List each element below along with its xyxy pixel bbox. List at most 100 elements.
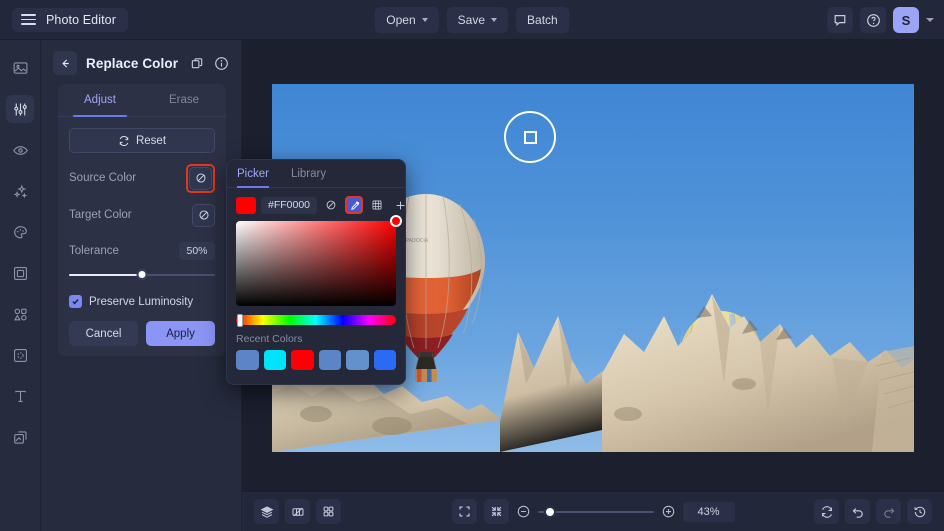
- current-color-swatch[interactable]: [236, 197, 256, 214]
- back-button[interactable]: [53, 51, 77, 75]
- duplicate-button[interactable]: [190, 56, 205, 71]
- panel-tabs: Adjust Erase: [58, 84, 226, 117]
- batch-button[interactable]: Batch: [516, 7, 569, 33]
- text-icon: [12, 388, 29, 405]
- rotate-icon: [820, 505, 834, 519]
- recent-color-swatch[interactable]: [291, 350, 314, 370]
- preserve-luminosity-row[interactable]: Preserve Luminosity: [69, 295, 215, 308]
- rail-item-palette[interactable]: [6, 218, 34, 246]
- hue-knob[interactable]: [237, 314, 243, 327]
- add-color-tool[interactable]: [391, 196, 409, 214]
- recent-color-swatch[interactable]: [264, 350, 287, 370]
- redo-icon: [882, 505, 896, 519]
- layers-icon: [260, 505, 274, 519]
- top-right-actions: S: [827, 0, 934, 40]
- source-color-highlight: [186, 164, 215, 193]
- grid-view-icon: [322, 505, 335, 518]
- adjustments-sliders-icon: [12, 101, 29, 118]
- no-color-icon: [198, 209, 210, 221]
- tab-picker[interactable]: Picker: [237, 160, 269, 187]
- avatar[interactable]: S: [893, 7, 919, 33]
- reset-button[interactable]: Reset: [69, 128, 215, 153]
- rail-item-text[interactable]: [6, 382, 34, 410]
- tolerance-value: 50%: [179, 242, 215, 260]
- tab-adjust[interactable]: Adjust: [58, 84, 142, 116]
- tolerance-slider[interactable]: [69, 269, 215, 281]
- color-picker-popover: Picker Library #FF0000: [226, 159, 406, 385]
- sv-gradient: [236, 221, 396, 306]
- frame-icon: [12, 265, 29, 282]
- shrink-button[interactable]: [484, 499, 509, 524]
- reset-label: Reset: [136, 135, 166, 147]
- grid-view-button[interactable]: [316, 499, 341, 524]
- chevron-down-icon: [491, 18, 497, 22]
- recent-color-swatch[interactable]: [346, 350, 369, 370]
- shapes-icon: [12, 306, 29, 323]
- rail-item-layers[interactable]: [6, 423, 34, 451]
- layers-button[interactable]: [254, 499, 279, 524]
- zoom-out-button[interactable]: [516, 504, 531, 519]
- grid-tool[interactable]: [368, 196, 386, 214]
- hamburger-icon[interactable]: [21, 14, 36, 25]
- rail-item-effects[interactable]: [6, 341, 34, 369]
- hue-slider[interactable]: [236, 315, 396, 325]
- rotate-button[interactable]: [814, 499, 839, 524]
- save-button[interactable]: Save: [447, 7, 508, 33]
- grid-icon: [371, 199, 383, 211]
- fit-screen-icon: [458, 505, 471, 518]
- zoom-in-icon: [661, 504, 676, 519]
- recent-color-swatch[interactable]: [236, 350, 259, 370]
- arrow-left-icon: [59, 57, 72, 70]
- top-bar: Photo Editor Open Save Batch: [0, 0, 944, 40]
- tool-panel: Replace Color Adjust Erase: [41, 40, 242, 531]
- replace-color-card: Adjust Erase Reset Source Color: [58, 84, 226, 356]
- history-button[interactable]: [907, 499, 932, 524]
- rail-item-frame[interactable]: [6, 259, 34, 287]
- undo-button[interactable]: [845, 499, 870, 524]
- target-color-label: Target Color: [69, 209, 132, 221]
- apply-button[interactable]: Apply: [146, 321, 215, 346]
- comment-button[interactable]: [827, 7, 853, 33]
- cancel-button[interactable]: Cancel: [69, 321, 138, 346]
- rail-item-shapes[interactable]: [6, 300, 34, 328]
- no-color-tool[interactable]: [322, 196, 340, 214]
- zoom-value[interactable]: 43%: [683, 502, 735, 522]
- open-button[interactable]: Open: [375, 7, 438, 33]
- recent-color-swatch[interactable]: [319, 350, 342, 370]
- no-color-icon: [195, 172, 207, 184]
- info-button[interactable]: [214, 56, 229, 71]
- tab-erase[interactable]: Erase: [142, 84, 226, 116]
- check-icon: [71, 297, 80, 306]
- fit-screen-button[interactable]: [452, 499, 477, 524]
- zoom-knob[interactable]: [544, 506, 556, 518]
- help-button[interactable]: [860, 7, 886, 33]
- sv-knob[interactable]: [390, 215, 402, 227]
- saturation-value-area[interactable]: [236, 221, 396, 306]
- compare-button[interactable]: [285, 499, 310, 524]
- account-chevron-down-icon[interactable]: [926, 18, 934, 22]
- rail-item-preview[interactable]: [6, 136, 34, 164]
- zoom-slider[interactable]: [538, 506, 654, 518]
- top-center-actions: Open Save Batch: [0, 7, 944, 33]
- rail-item-image[interactable]: [6, 54, 34, 82]
- tab-library[interactable]: Library: [291, 160, 326, 187]
- rail-item-adjustments[interactable]: [6, 95, 34, 123]
- plus-icon: [394, 199, 407, 212]
- zoom-in-button[interactable]: [661, 504, 676, 519]
- redo-button[interactable]: [876, 499, 901, 524]
- comment-icon: [833, 13, 847, 27]
- rail-item-magic[interactable]: [6, 177, 34, 205]
- source-color-label: Source Color: [69, 172, 136, 184]
- bottom-right-tools: [814, 499, 932, 524]
- recent-colors-row: [227, 345, 405, 370]
- brand-menu-button[interactable]: Photo Editor: [12, 8, 128, 32]
- info-circle-icon: [214, 56, 229, 71]
- tolerance-knob[interactable]: [137, 269, 148, 280]
- eyedropper-tool[interactable]: [345, 196, 363, 214]
- target-color-swatch-button[interactable]: [192, 204, 215, 227]
- source-color-swatch-button[interactable]: [189, 167, 212, 190]
- recent-color-swatch[interactable]: [374, 350, 397, 370]
- effects-icon: [12, 347, 29, 364]
- hex-input[interactable]: #FF0000: [261, 197, 317, 214]
- preserve-luminosity-checkbox[interactable]: [69, 295, 82, 308]
